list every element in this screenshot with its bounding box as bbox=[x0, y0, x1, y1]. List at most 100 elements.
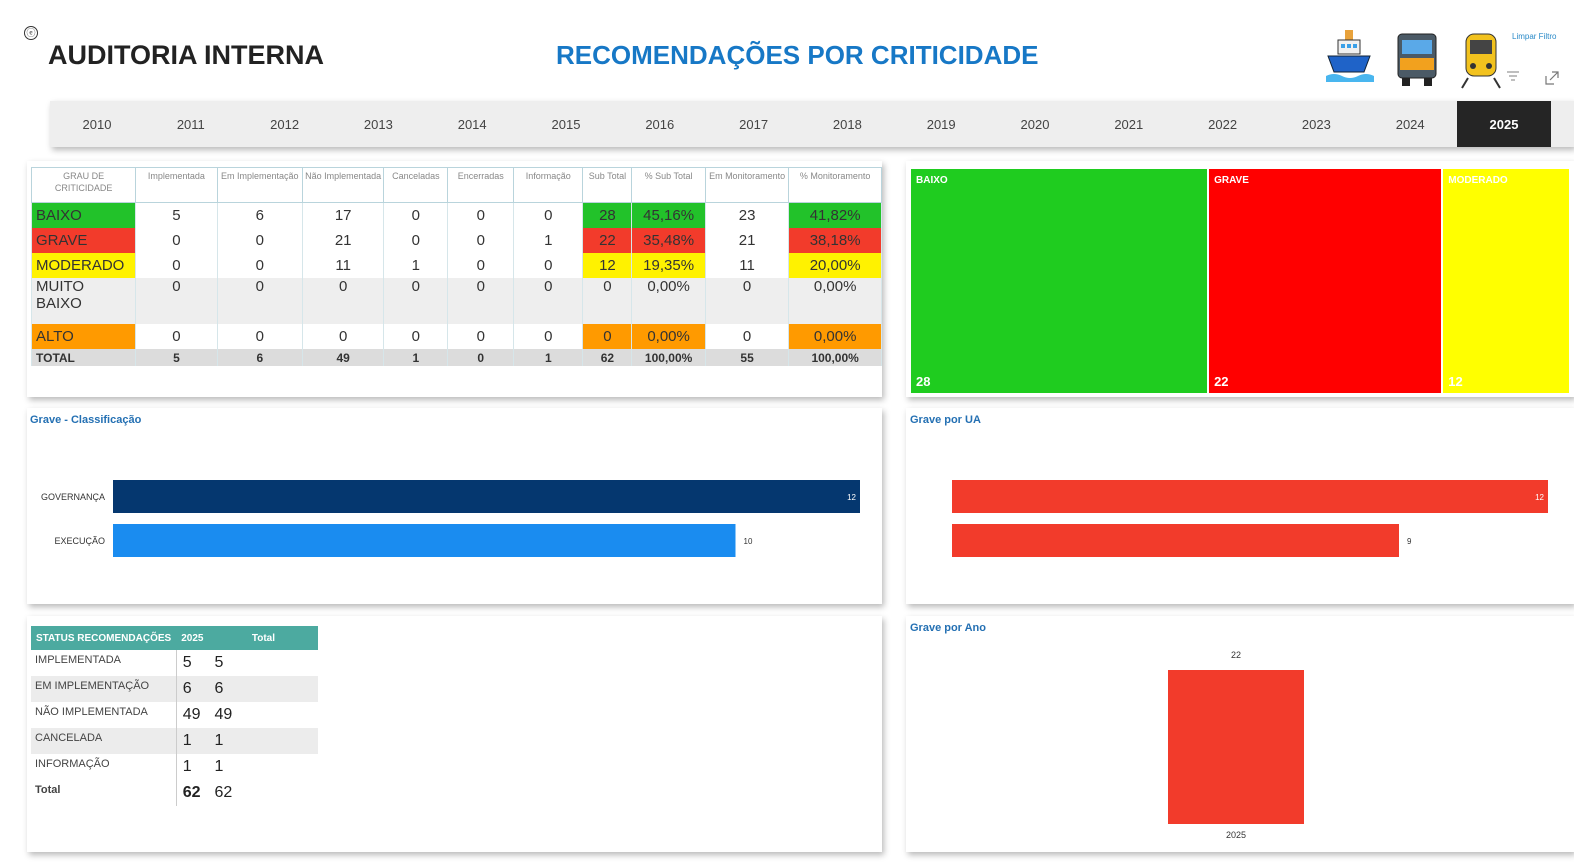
train-icon[interactable] bbox=[1456, 28, 1506, 90]
year-2016[interactable]: 2016 bbox=[613, 101, 707, 147]
crit-total-cell: 6 bbox=[216, 349, 303, 366]
treemap-tile-moderado[interactable]: MODERADO 12 bbox=[1443, 169, 1569, 393]
year-header[interactable]: 2025 bbox=[176, 626, 209, 650]
status-2025-value: 49 bbox=[175, 702, 209, 728]
crit-row-label[interactable]: ALTO bbox=[30, 324, 137, 349]
crit-cell: 0 bbox=[383, 228, 449, 253]
status-2025-value: 6 bbox=[175, 676, 209, 702]
crit-total-cell: 100,00% bbox=[631, 349, 706, 366]
status-label[interactable]: EM IMPLEMENTAÇÃO bbox=[31, 676, 177, 702]
crit-row-label[interactable]: MUITO BAIXO bbox=[30, 278, 137, 324]
criticality-table: GRAU DE CRITICIDADE Implementada Em Implem… bbox=[30, 167, 882, 366]
status-total-2025: 62 bbox=[175, 780, 209, 806]
year-2013[interactable]: 2013 bbox=[331, 101, 425, 147]
crit-cell: 6 bbox=[216, 202, 303, 228]
crit-cell: 0 bbox=[216, 253, 303, 278]
filter-icon[interactable] bbox=[1506, 70, 1520, 82]
year-2020[interactable]: 2020 bbox=[988, 101, 1082, 147]
crit-row-label[interactable]: BAIXO bbox=[30, 202, 137, 228]
grave-por-ano-svg: 22 2025 bbox=[1168, 650, 1304, 840]
status-label[interactable]: INFORMAÇÃO bbox=[31, 754, 176, 780]
year-2017[interactable]: 2017 bbox=[707, 101, 801, 147]
status-total-label: Total bbox=[35, 784, 61, 796]
crit-cell: 0 bbox=[216, 228, 303, 253]
status-label[interactable]: NÃO IMPLEMENTADA bbox=[31, 702, 176, 728]
crit-cell: 12 bbox=[582, 253, 633, 278]
year-2011[interactable]: 2011 bbox=[144, 101, 238, 147]
bar[interactable] bbox=[952, 524, 1399, 557]
crit-row: BAIXO 5 6 17 0 0 0 28 45,16% 23 41,82% bbox=[30, 202, 882, 228]
crit-cell: 0 bbox=[135, 253, 218, 278]
status-header[interactable]: STATUS RECOMENDAÇÕES bbox=[31, 626, 177, 650]
year-2019[interactable]: 2019 bbox=[894, 101, 988, 147]
status-total-value: 1 bbox=[214, 758, 224, 775]
crit-col-header[interactable]: Encerradas bbox=[447, 167, 515, 203]
ship-icon[interactable] bbox=[1324, 28, 1374, 90]
crit-col-header[interactable]: Canceladas bbox=[383, 167, 449, 203]
crit-col-header[interactable]: Implementada bbox=[135, 167, 218, 203]
crit-row-label[interactable]: MODERADO bbox=[30, 253, 137, 278]
crit-cell: 22 bbox=[582, 228, 633, 253]
status-table-panel: STATUS RECOMENDAÇÕES 2025 Total IMPLEMEN… bbox=[27, 616, 882, 852]
crit-cell: 0 bbox=[383, 202, 449, 228]
info-icon[interactable]: ⓔ bbox=[24, 26, 38, 40]
crit-col-header[interactable]: Sub Total bbox=[582, 167, 633, 203]
treemap-value: 28 bbox=[916, 374, 931, 389]
bar[interactable] bbox=[1168, 670, 1304, 824]
bar[interactable] bbox=[952, 480, 1548, 513]
year-2021[interactable]: 2021 bbox=[1082, 101, 1176, 147]
treemap-label: BAIXO bbox=[916, 175, 948, 186]
crit-cell: 11 bbox=[704, 253, 790, 278]
year-2018[interactable]: 2018 bbox=[800, 101, 894, 147]
crit-col-header[interactable]: Não Implementada bbox=[301, 167, 385, 203]
data-label: 10 bbox=[744, 537, 753, 546]
crit-row-label[interactable]: GRAVE bbox=[30, 228, 137, 253]
status-2025-value: 1 bbox=[175, 754, 209, 780]
crit-col-header[interactable]: GRAU DE CRITICIDADE bbox=[30, 167, 137, 203]
page-title: AUDITORIA INTERNA bbox=[48, 40, 324, 70]
crit-cell: 28 bbox=[582, 202, 633, 228]
crit-cell: 0 bbox=[582, 324, 633, 349]
crit-col-header[interactable]: Em Implementação bbox=[216, 167, 303, 203]
year-2025[interactable]: 2025 bbox=[1457, 101, 1551, 147]
treemap-tile-grave[interactable]: GRAVE 22 bbox=[1209, 169, 1442, 393]
total-header[interactable]: Total bbox=[208, 626, 319, 650]
year-2010[interactable]: 2010 bbox=[50, 101, 144, 147]
treemap-tile-baixo[interactable]: BAIXO 28 bbox=[911, 169, 1208, 393]
year-2015[interactable]: 2015 bbox=[519, 101, 613, 147]
crit-cell: 20,00% bbox=[788, 253, 882, 278]
crit-cell: 0 bbox=[704, 278, 790, 324]
clear-filter-button[interactable]: Limpar Filtro bbox=[1512, 32, 1556, 41]
crit-row: GRAVE 0 0 21 0 0 1 22 35,48% 21 38,18% bbox=[30, 228, 882, 253]
crit-col-header[interactable]: % Sub Total bbox=[631, 167, 706, 203]
year-2023[interactable]: 2023 bbox=[1269, 101, 1363, 147]
year-2014[interactable]: 2014 bbox=[425, 101, 519, 147]
crit-cell: 0 bbox=[513, 278, 584, 324]
status-total-value: 6 bbox=[208, 676, 319, 702]
expand-icon[interactable] bbox=[1544, 70, 1560, 86]
year-2022[interactable]: 2022 bbox=[1176, 101, 1270, 147]
status-label[interactable]: CANCELADA bbox=[31, 728, 177, 754]
crit-col-header[interactable]: Em Monitoramento bbox=[704, 167, 790, 203]
crit-cell: 0 bbox=[513, 202, 584, 228]
truck-icon[interactable] bbox=[1392, 28, 1442, 90]
crit-total-cell: 0 bbox=[447, 349, 515, 366]
category-label: 2025 bbox=[1226, 830, 1246, 840]
year-2024[interactable]: 2024 bbox=[1363, 101, 1457, 147]
crit-cell: 1 bbox=[383, 253, 449, 278]
crit-cell: 45,16% bbox=[631, 202, 706, 228]
crit-cell: 11 bbox=[301, 253, 385, 278]
crit-cell: 0 bbox=[447, 253, 515, 278]
crit-col-header[interactable]: Informação bbox=[513, 167, 584, 203]
crit-col-header[interactable]: % Monitoramento bbox=[788, 167, 882, 203]
crit-cell: 0 bbox=[135, 324, 218, 349]
crit-total-cell: 49 bbox=[301, 349, 385, 366]
bar[interactable] bbox=[113, 480, 860, 513]
status-total-row: Total 62 62 bbox=[31, 780, 318, 806]
year-2012[interactable]: 2012 bbox=[238, 101, 332, 147]
crit-cell: 0 bbox=[513, 324, 584, 349]
status-label[interactable]: IMPLEMENTADA bbox=[31, 650, 176, 676]
bar[interactable] bbox=[113, 524, 736, 557]
crit-cell: 38,18% bbox=[788, 228, 882, 253]
status-2025-value: 5 bbox=[175, 650, 209, 676]
